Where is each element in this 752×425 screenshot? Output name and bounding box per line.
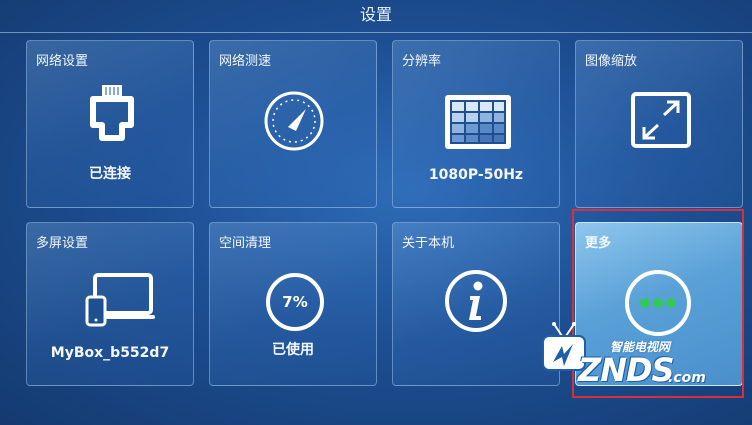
multi-device-icon	[85, 273, 155, 327]
tile-label: 空间清理	[219, 236, 272, 251]
tile-label: 更多	[585, 236, 612, 251]
ethernet-port-icon	[90, 85, 134, 141]
tile-about-device[interactable]: 关于本机	[392, 222, 560, 386]
storage-percent: 7%	[282, 293, 308, 311]
device-name: MyBox_b552d7	[50, 345, 170, 361]
tile-label: 网络设置	[36, 54, 89, 69]
tile-multiscreen-settings[interactable]: 多屏设置 MyBox_b552d7	[26, 222, 194, 386]
tile-label: 关于本机	[402, 236, 455, 251]
watermark-brand: ZNDS	[578, 351, 675, 389]
resolution-grid-icon	[445, 95, 511, 149]
tile-storage-cleanup[interactable]: 空间清理 7% 已使用	[209, 222, 377, 386]
tile-label: 图像缩放	[585, 54, 638, 69]
info-icon	[445, 270, 507, 332]
storage-status: 已使用	[272, 342, 314, 358]
tile-label: 多屏设置	[36, 236, 89, 251]
expand-icon	[631, 92, 691, 148]
page-title: 设置	[359, 5, 392, 24]
speedometer-icon	[264, 91, 324, 151]
tile-label: 网络测速	[219, 54, 272, 69]
network-status: 已连接	[89, 166, 131, 182]
page-header: 设置	[0, 0, 752, 33]
resolution-value: 1080P-50Hz	[428, 167, 524, 183]
tile-network-settings[interactable]: 网络设置 已连接	[26, 40, 194, 208]
tile-network-speedtest[interactable]: 网络测速	[209, 40, 377, 208]
watermark-suffix: .com	[668, 370, 706, 386]
tile-resolution[interactable]: 分辨率 1080P-50Hz	[392, 40, 560, 208]
tile-image-zoom[interactable]: 图像缩放	[575, 40, 743, 208]
tile-label: 分辨率	[402, 54, 442, 69]
